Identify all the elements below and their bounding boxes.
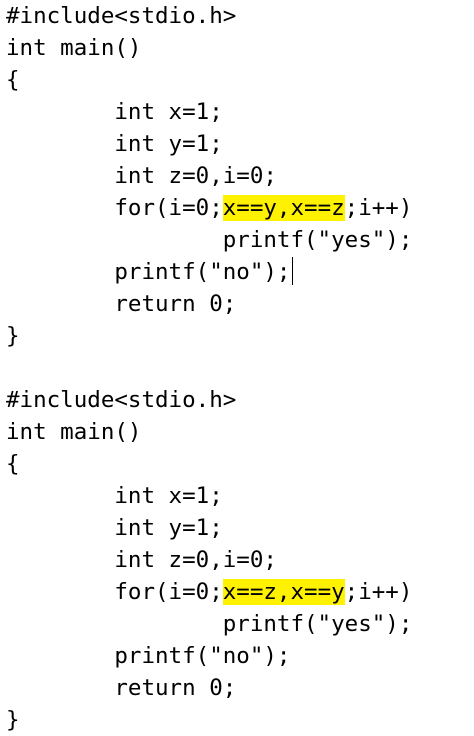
code-line: { [6, 67, 20, 93]
code-line: int z=0,i=0; [6, 163, 277, 189]
code-line: #include<stdio.h> [6, 387, 237, 413]
code-line-with-cursor: printf("no"); [6, 256, 472, 288]
code-line: { [6, 451, 20, 477]
code-block-1: #include<stdio.h> int main() { int x=1; … [6, 0, 472, 352]
code-line: int y=1; [6, 515, 223, 541]
code-line: int z=0,i=0; [6, 547, 277, 573]
code-segment: for(i=0; [6, 579, 223, 605]
code-line: printf("yes"); [6, 611, 413, 637]
code-block-2: #include<stdio.h> int main() { int x=1; … [6, 384, 472, 736]
code-segment: printf("no"); [6, 259, 291, 285]
code-line: int main() [6, 35, 142, 61]
code-segment: for(i=0; [6, 195, 223, 221]
code-line: printf("yes"); [6, 227, 413, 253]
code-line: int x=1; [6, 99, 223, 125]
highlighted-condition: x==z,x==y [222, 579, 345, 605]
code-line-for-loop: for(i=0;x==y,x==z;i++) [6, 192, 472, 224]
code-document: #include<stdio.h> int main() { int x=1; … [6, 0, 472, 736]
code-line: int main() [6, 419, 142, 445]
code-segment: ;i++) [344, 579, 413, 605]
code-line: int y=1; [6, 131, 223, 157]
code-line: return 0; [6, 291, 237, 317]
highlighted-condition: x==y,x==z [222, 195, 345, 221]
code-line: printf("no"); [6, 643, 291, 669]
code-line: } [6, 707, 20, 733]
code-line-for-loop: for(i=0;x==z,x==y;i++) [6, 576, 472, 608]
code-line: int x=1; [6, 483, 223, 509]
code-segment: ;i++) [344, 195, 413, 221]
text-cursor [292, 257, 294, 285]
code-line: return 0; [6, 675, 237, 701]
code-line: } [6, 323, 20, 349]
code-line: #include<stdio.h> [6, 3, 237, 29]
